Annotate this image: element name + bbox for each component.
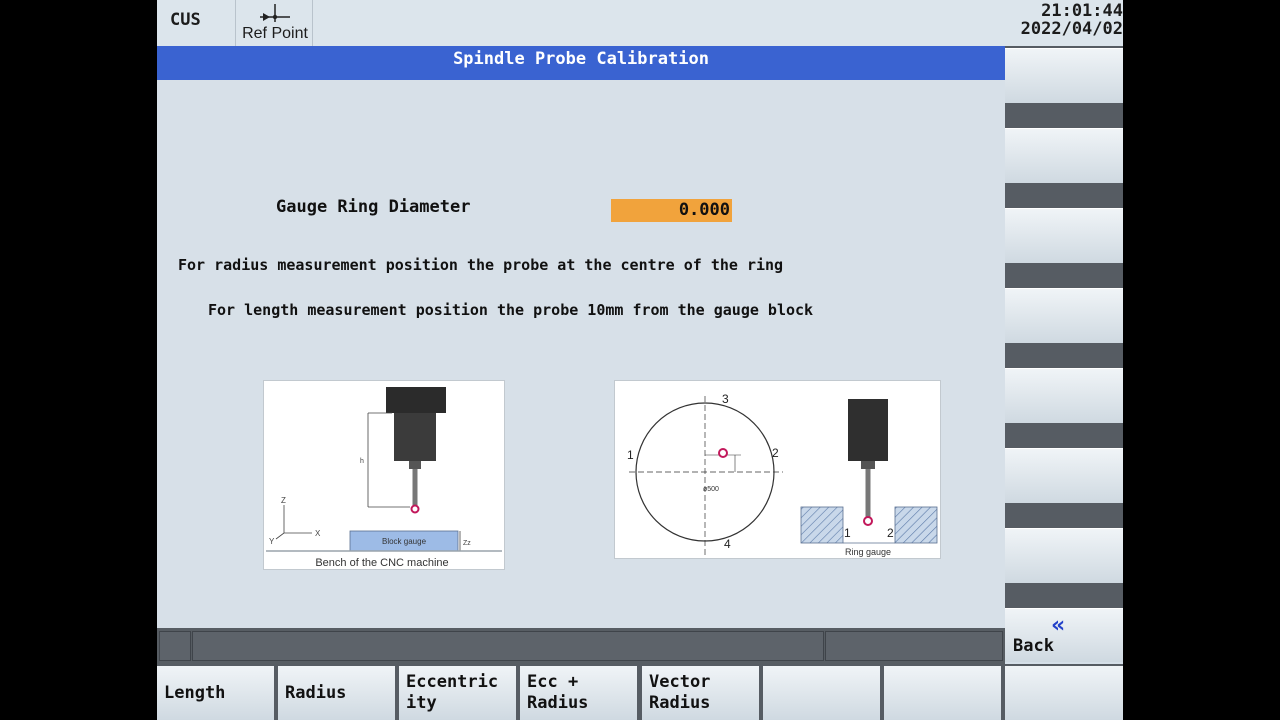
svg-text:4: 4 (724, 537, 731, 551)
softkey-8[interactable] (1005, 666, 1123, 720)
vertical-softkey-7[interactable] (1005, 528, 1123, 583)
inset-probe-body (848, 399, 888, 461)
vertical-softkey-bar: « Back (1005, 46, 1123, 662)
page-title: Spindle Probe Calibration (157, 46, 1005, 80)
back-label: Back (1013, 636, 1054, 656)
back-softkey[interactable]: « Back (1005, 608, 1123, 662)
cnc-screen: CUS Ref Point 21:01:44 2022/04/02 Spindl… (157, 0, 1123, 720)
vertical-softkey-4[interactable] (1005, 288, 1123, 343)
status-segment-1 (159, 631, 191, 661)
ring-wall-left (800, 506, 844, 544)
softkey-6[interactable] (763, 666, 880, 720)
svg-text:Z: Z (281, 496, 286, 505)
svg-text:h: h (360, 458, 364, 465)
status-segment-3 (825, 631, 1003, 661)
ring-calibration-figure: 3 2 1 4 ø500 1 2 Ring gauge (614, 380, 941, 559)
vertical-softkey-3[interactable] (1005, 208, 1123, 263)
vertical-softkey-2[interactable] (1005, 128, 1123, 183)
header: CUS Ref Point 21:01:44 2022/04/02 (157, 0, 1123, 46)
svg-text:1: 1 (844, 526, 851, 540)
probe-body (394, 413, 436, 461)
mode-indicator: CUS (170, 10, 201, 30)
softkey-ecc-radius[interactable]: Ecc + Radius (520, 666, 637, 720)
vertical-softkey-1[interactable] (1005, 48, 1123, 103)
svg-text:X: X (315, 529, 321, 538)
softkey-length[interactable]: Length (157, 666, 274, 720)
softkey-radius[interactable]: Radius (278, 666, 395, 720)
radius-instruction: For radius measurement position the prob… (178, 256, 784, 274)
ring-wall-right (894, 506, 938, 544)
clock: 21:01:44 2022/04/02 (993, 2, 1123, 38)
length-instruction: For length measurement position the prob… (208, 301, 814, 319)
date: 2022/04/02 (1020, 19, 1123, 39)
svg-text:2: 2 (887, 526, 894, 540)
status-bar (157, 628, 1005, 664)
svg-text:1: 1 (627, 448, 634, 462)
svg-text:Block gauge: Block gauge (382, 537, 427, 546)
softkey-vector-radius[interactable]: Vector Radius (642, 666, 759, 720)
softkey-eccentricity[interactable]: Eccentric ity (399, 666, 516, 720)
double-chevron-left-icon: « (1051, 613, 1066, 638)
vertical-softkey-6[interactable] (1005, 448, 1123, 503)
softkey-7[interactable] (884, 666, 1001, 720)
gauge-ring-diameter-input[interactable]: 0.000 (611, 199, 732, 222)
ref-point-label: Ref Point (242, 25, 308, 42)
gauge-ring-diameter-label: Gauge Ring Diameter (276, 197, 471, 217)
spindle-head (386, 387, 446, 413)
ref-point-button[interactable]: Ref Point (235, 0, 313, 46)
probe-tip (410, 504, 420, 514)
svg-text:Y: Y (269, 537, 275, 546)
ring-figure-caption: Ring gauge (845, 547, 891, 557)
horizontal-softkey-bar: Length Radius Eccentric ity Ecc + Radius… (157, 664, 1123, 720)
svg-text:2: 2 (772, 446, 779, 460)
length-figure-caption: Bench of the CNC machine (315, 557, 448, 569)
main-panel: Gauge Ring Diameter 0.000 For radius mea… (157, 80, 1005, 628)
vertical-softkey-5[interactable] (1005, 368, 1123, 423)
ref-point-icon (260, 4, 290, 22)
svg-text:ø500: ø500 (703, 486, 719, 493)
ring-probe-position (718, 448, 728, 458)
length-calibration-figure: h Block gauge Zz Z X Y Bench of the CNC … (263, 380, 505, 570)
svg-text:3: 3 (722, 392, 729, 406)
svg-text:Zz: Zz (463, 540, 471, 547)
time: 21:01:44 (1041, 1, 1123, 21)
status-segment-2 (192, 631, 824, 661)
